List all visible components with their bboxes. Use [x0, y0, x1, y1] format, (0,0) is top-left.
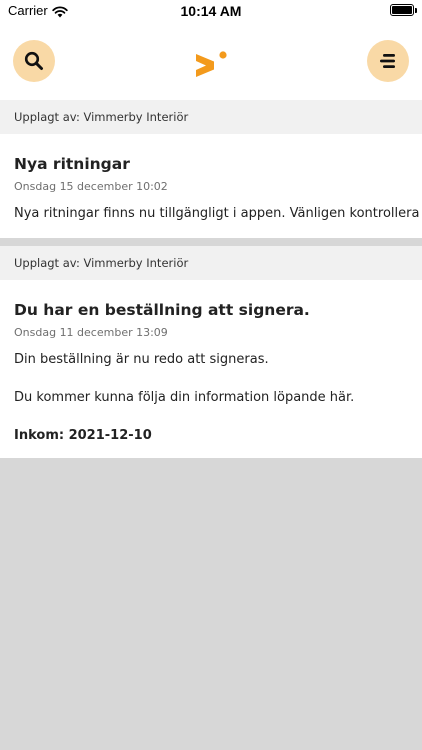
menu-icon	[380, 54, 395, 68]
news-card[interactable]: Du har en beställning att signera. Onsda…	[0, 280, 422, 458]
news-body-followup: Du kommer kunna följa din information lö…	[14, 390, 355, 405]
news-feed: Upplagt av: Vimmerby Interiör Nya ritnin…	[0, 100, 422, 458]
status-bar: Carrier 10:14 AM	[0, 0, 422, 22]
news-date: Onsdag 15 december 10:02	[14, 180, 168, 193]
menu-button[interactable]	[367, 40, 409, 82]
divider	[0, 238, 422, 246]
news-title: Nya ritningar	[14, 155, 130, 173]
search-icon	[24, 51, 43, 70]
app-logo	[190, 48, 232, 86]
battery-icon	[390, 4, 417, 16]
news-card[interactable]: Nya ritningar Onsdag 15 december 10:02 N…	[0, 134, 422, 238]
post-author-bar: Upplagt av: Vimmerby Interiör	[0, 246, 422, 280]
search-button[interactable]	[13, 40, 55, 82]
post-author-bar: Upplagt av: Vimmerby Interiör	[0, 100, 422, 134]
news-body: Nya ritningar finns nu tillgängligt i ap…	[14, 206, 420, 221]
clock: 10:14 AM	[180, 3, 242, 19]
news-body: Din beställning är nu redo att signeras.	[14, 352, 269, 367]
received-date: Inkom: 2021-12-10	[14, 428, 152, 443]
news-title: Du har en beställning att signera.	[14, 301, 310, 319]
app-header	[0, 22, 422, 100]
news-date: Onsdag 11 december 13:09	[14, 326, 168, 339]
